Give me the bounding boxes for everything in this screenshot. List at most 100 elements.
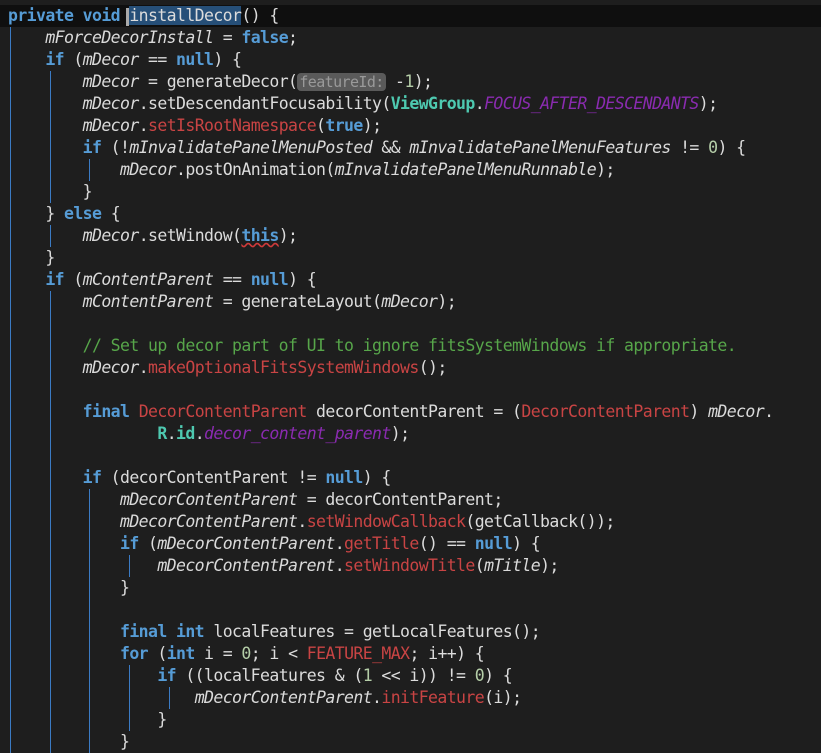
code-line[interactable]: } [0,181,821,203]
indent-guide [49,379,51,401]
code-line[interactable]: mContentParent = generateLayout(mDecor); [0,291,821,313]
indent-guide [49,181,51,203]
number-literal: 1 [404,72,414,91]
code-line[interactable]: } else { [0,203,821,225]
keyword: if [82,468,102,487]
code-line[interactable]: if (decorContentParent != null) { [0,467,821,489]
keyword: if [45,50,65,69]
code-text: . [764,402,774,421]
indent-guide [10,467,11,489]
code-text: .postOnAnimation( [176,160,335,179]
indent-guide [10,643,11,665]
code-editor[interactable]: private void installDecor() { mForceDeco… [0,5,821,753]
code-line[interactable] [0,379,821,401]
field: mTitle [484,556,541,575]
indent-guide [49,71,51,93]
code-line[interactable]: mDecor.setDescendantFocusability(ViewGro… [0,93,821,115]
keyword: null [176,50,214,69]
code-text: { [101,204,121,223]
code-line[interactable]: private void installDecor() { [0,5,821,27]
code-line[interactable]: } [0,731,821,753]
indent-guide [10,577,11,599]
code-line[interactable]: R.id.decor_content_parent); [0,423,821,445]
indent-guide [10,225,11,247]
code-text: ); [362,116,382,135]
code-text: = decorContentParent; [297,490,504,509]
code-line[interactable]: mDecor.setWindow(this); [0,225,821,247]
code-line[interactable]: mDecor.postOnAnimation(mInvalidatePanelM… [0,159,821,181]
indent-guide [49,357,51,379]
field: mDecor [82,94,140,113]
code-text: ); [278,226,298,245]
number-literal: 1 [362,666,373,685]
code-line[interactable]: final int localFeatures = getLocalFeatur… [0,621,821,643]
indent-guide [10,291,11,313]
indent-guide [89,665,91,687]
code-line[interactable]: mDecorContentParent.initFeature(i); [0,687,821,709]
code-text: . [166,424,177,443]
code-line[interactable]: } [0,709,821,731]
code-text: ) { [484,666,513,685]
indent-guide [49,687,51,709]
code-line[interactable]: } [0,577,821,599]
api-identifier: DecorContentParent [138,402,308,421]
indent-guide [49,621,51,643]
code-text: . [297,512,307,531]
code-text: } [45,204,65,223]
code-line[interactable]: if (mContentParent == null) { [0,269,821,291]
keyword: private void [8,6,130,25]
code-text: != [670,138,709,157]
field: mDecor [82,358,140,377]
indent-guide [49,489,51,511]
constant: decor_content_parent [204,424,391,443]
code-text: = [213,28,242,47]
code-line[interactable]: if (!mInvalidatePanelMenuPosted && mInva… [0,137,821,159]
keyword: int [166,644,196,663]
code-line[interactable]: // Set up decor part of UI to ignore fit… [0,335,821,357]
code-line[interactable]: } [0,247,821,269]
code-line[interactable]: mDecor.makeOptionalFitsSystemWindows(); [0,357,821,379]
api-identifier: initFeature [381,688,485,707]
code-line[interactable]: mDecorContentParent = decorContentParent… [0,489,821,511]
code-line[interactable]: mDecorContentParent.setWindowTitle(mTitl… [0,555,821,577]
indent-guide [49,445,51,467]
code-text: . [334,534,345,553]
field: mDecor [82,226,140,245]
code-text: ) { [288,270,317,289]
code-line[interactable]: if (mDecorContentParent.getTitle() == nu… [0,533,821,555]
keyword: final int [120,622,205,641]
field: mInvalidatePanelMenuPosted [129,138,373,157]
indent-guide [49,731,51,753]
field: mDecorContentParent [157,556,335,575]
indent-guide [89,159,91,181]
indent-guide [49,225,51,247]
code-line[interactable] [0,313,821,335]
code-line[interactable]: for (int i = 0; i < FEATURE_MAX; i++) { [0,643,821,665]
code-line[interactable]: mDecor.setIsRootNamespace(true); [0,115,821,137]
code-text: - [385,72,405,91]
keyword: null [474,534,513,553]
indent-guide [49,313,51,335]
code-text: } [45,248,55,267]
code-text: () == [418,534,475,553]
indent-guide [49,599,51,621]
indent-guide [10,49,11,71]
code-line[interactable] [0,445,821,467]
code-line[interactable]: mDecor = generateDecor(featureId: -1); [0,71,821,93]
indent-guide [49,533,51,555]
code-line[interactable]: mDecorContentParent.setWindowCallback(ge… [0,511,821,533]
code-line[interactable]: if (mDecor == null) { [0,49,821,71]
code-text: (decorContentParent != [101,468,326,487]
field: mInvalidatePanelMenuFeatures [409,138,671,157]
indent-guide [89,511,91,533]
code-text: ); [698,94,718,113]
code-line[interactable] [0,599,821,621]
code-line[interactable]: final DecorContentParent decorContentPar… [0,401,821,423]
code-line[interactable]: mForceDecorInstall = false; [0,27,821,49]
code-text: ( [148,644,167,663]
indent-guide [89,731,91,753]
code-line[interactable]: if ((localFeatures & (1 << i)) != 0) { [0,665,821,687]
keyword: false [241,28,289,47]
indent-guide [49,93,51,115]
code-text: localFeatures = getLocalFeatures(); [204,622,541,641]
